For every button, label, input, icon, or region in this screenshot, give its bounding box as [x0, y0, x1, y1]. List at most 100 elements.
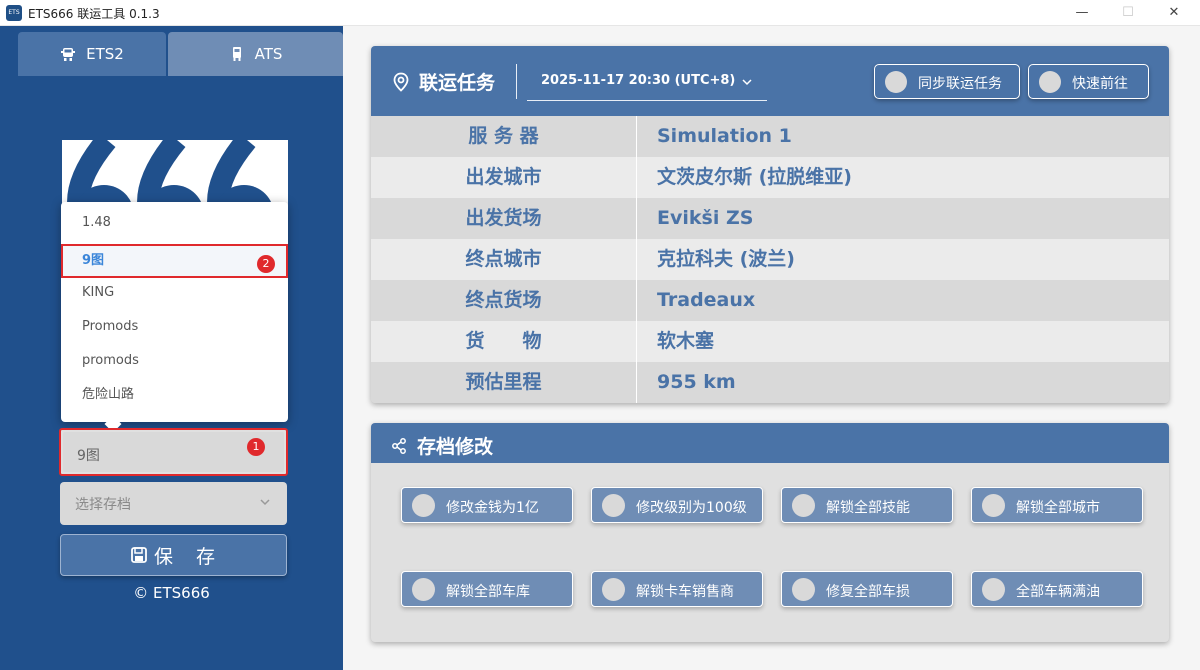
- copyright-text: © ETS666: [133, 584, 210, 602]
- map-select-value: 9图: [77, 448, 100, 464]
- info-row-distance: 预估里程 955 km: [371, 362, 1169, 403]
- info-row-server: 服 务 器 Simulation 1: [371, 116, 1169, 157]
- info-value: Simulation 1: [657, 125, 792, 147]
- button-dot-icon: [982, 578, 1005, 601]
- unlock-cities-button-label: 解锁全部城市: [1016, 500, 1100, 516]
- save-modify-header: 存档修改: [371, 423, 1169, 463]
- sync-task-button[interactable]: 同步联运任务: [874, 64, 1020, 99]
- dropdown-option[interactable]: Promods: [61, 310, 288, 344]
- info-key: 终点货场: [465, 289, 542, 311]
- sync-task-button-label: 同步联运任务: [918, 76, 1002, 92]
- dropdown-option-selected[interactable]: 9图: [61, 244, 288, 278]
- tab-ets2-label: ETS2: [86, 45, 124, 63]
- step-badge-2: 2: [257, 255, 275, 273]
- save-modify-card: 存档修改 修改金钱为1亿 修改级别为100级 解锁全部技能 解锁全部城市 解锁全…: [371, 423, 1169, 642]
- quick-go-button[interactable]: 快速前往: [1028, 64, 1149, 99]
- save-select-placeholder: 选择存档: [75, 497, 131, 513]
- task-card-title-text: 联运任务: [419, 72, 496, 94]
- main-panel: 联运任务 2025-11-17 20:30 (UTC+8) 同步联运任务 快速前…: [343, 26, 1200, 670]
- task-card: 联运任务 2025-11-17 20:30 (UTC+8) 同步联运任务 快速前…: [371, 46, 1169, 403]
- info-row-origin-city: 出发城市 文茨皮尔斯 (拉脱维亚): [371, 157, 1169, 198]
- save-button-label: 保 存: [153, 545, 217, 568]
- game-tabs: ETS2 ATS: [18, 32, 343, 76]
- dropdown-option[interactable]: promods: [61, 344, 288, 378]
- share-icon: [392, 437, 406, 454]
- chevron-down-icon: [260, 499, 270, 506]
- info-value: 克拉科夫 (波兰): [657, 248, 795, 270]
- unlock-skills-button-label: 解锁全部技能: [826, 500, 910, 516]
- tab-ats[interactable]: ATS: [168, 32, 343, 76]
- info-key: 预估里程: [465, 371, 542, 393]
- set-level-button[interactable]: 修改级别为100级: [591, 487, 763, 523]
- info-row-cargo: 货 物 软木塞: [371, 321, 1169, 362]
- info-row-origin-depot: 出发货场 Evikši ZS: [371, 198, 1169, 239]
- chevron-down-icon: [742, 79, 752, 86]
- maximize-button[interactable]: ☐: [1105, 0, 1151, 26]
- button-dot-icon: [412, 578, 435, 601]
- info-value: 955 km: [657, 371, 736, 393]
- button-dot-icon: [602, 578, 625, 601]
- location-pin-icon: [393, 72, 409, 92]
- set-money-button-label: 修改金钱为1亿: [446, 500, 539, 516]
- info-key: 服 务 器: [468, 125, 539, 147]
- info-value: 文茨皮尔斯 (拉脱维亚): [657, 166, 852, 188]
- save-select[interactable]: 选择存档: [60, 482, 287, 525]
- repair-all-button-label: 修复全部车损: [826, 584, 910, 600]
- info-key: 出发城市: [465, 166, 542, 188]
- dropdown-option[interactable]: 1.48: [61, 206, 288, 240]
- info-row-destination-depot: 终点货场 Tradeaux: [371, 280, 1169, 321]
- quick-go-button-label: 快速前往: [1072, 76, 1128, 92]
- button-dot-icon: [885, 71, 907, 93]
- title-bar: ETS ETS666 联运工具 0.1.3 — ☐ ✕: [0, 0, 1200, 26]
- save-button[interactable]: 保 存: [60, 534, 287, 576]
- truck-icon: [61, 48, 76, 61]
- info-value: Tradeaux: [657, 289, 756, 311]
- task-card-title: 联运任务: [391, 68, 495, 95]
- sidebar: ETS2 ATS 1.48 9图 2 KING Promods promods …: [0, 26, 343, 670]
- task-card-header: 联运任务 2025-11-17 20:30 (UTC+8) 同步联运任务 快速前…: [371, 46, 1169, 116]
- info-key: 出发货场: [465, 207, 542, 229]
- save-modify-title: 存档修改: [391, 432, 493, 459]
- tab-ats-label: ATS: [254, 45, 283, 63]
- refuel-all-button[interactable]: 全部车辆满油: [971, 571, 1143, 607]
- button-dot-icon: [1039, 71, 1061, 93]
- set-level-button-label: 修改级别为100级: [636, 500, 747, 516]
- unlock-cities-button[interactable]: 解锁全部城市: [971, 487, 1143, 523]
- info-key: 货 物: [465, 330, 542, 352]
- button-dot-icon: [412, 494, 435, 517]
- unlock-garages-button-label: 解锁全部车库: [446, 584, 530, 600]
- floppy-disk-icon: [131, 547, 147, 563]
- button-dot-icon: [792, 578, 815, 601]
- tab-ets2[interactable]: ETS2: [18, 32, 166, 76]
- unlock-dealers-button[interactable]: 解锁卡车销售商: [591, 571, 763, 607]
- unlock-dealers-button-label: 解锁卡车销售商: [636, 584, 734, 600]
- map-select[interactable]: 9图 1: [59, 428, 288, 476]
- info-value: Evikši ZS: [657, 207, 754, 229]
- app-logo-icon: ETS: [6, 5, 22, 21]
- repair-all-button[interactable]: 修复全部车损: [781, 571, 953, 607]
- dropdown-option[interactable]: KING: [61, 276, 288, 310]
- truck-icon: [232, 47, 241, 61]
- button-dot-icon: [982, 494, 1005, 517]
- map-dropdown-menu: 1.48 9图 2 KING Promods promods 危险山路: [61, 202, 288, 422]
- date-select-value: 2025-11-17 20:30 (UTC+8): [541, 73, 736, 88]
- header-divider: [516, 64, 517, 99]
- step-badge-1: 1: [247, 438, 265, 456]
- dropdown-option-label: 9图: [82, 253, 105, 268]
- unlock-garages-button[interactable]: 解锁全部车库: [401, 571, 573, 607]
- set-money-button[interactable]: 修改金钱为1亿: [401, 487, 573, 523]
- save-modify-title-text: 存档修改: [417, 436, 494, 458]
- info-key: 终点城市: [465, 248, 542, 270]
- unlock-skills-button[interactable]: 解锁全部技能: [781, 487, 953, 523]
- date-select[interactable]: 2025-11-17 20:30 (UTC+8): [527, 64, 767, 101]
- dropdown-option[interactable]: 危险山路: [61, 378, 288, 412]
- window-title: ETS666 联运工具 0.1.3: [28, 7, 160, 21]
- close-button[interactable]: ✕: [1151, 0, 1197, 26]
- info-value: 软木塞: [657, 330, 715, 352]
- button-dot-icon: [602, 494, 625, 517]
- info-row-destination-city: 终点城市 克拉科夫 (波兰): [371, 239, 1169, 280]
- column-divider: [636, 116, 637, 403]
- refuel-all-button-label: 全部车辆满油: [1016, 584, 1100, 600]
- button-dot-icon: [792, 494, 815, 517]
- minimize-button[interactable]: —: [1059, 0, 1105, 26]
